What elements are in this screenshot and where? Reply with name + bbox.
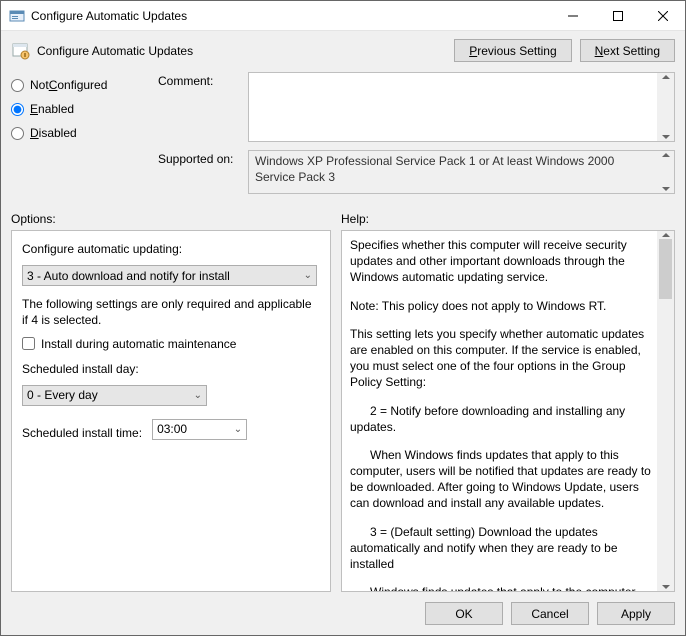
- scroll-down-icon: [662, 187, 670, 191]
- options-panel: Configure automatic updating: 3 - Auto d…: [11, 230, 331, 592]
- dialog-window: Configure Automatic Updates: [0, 0, 686, 636]
- scroll-thumb[interactable]: [659, 239, 672, 299]
- help-p5: When Windows finds updates that apply to…: [350, 447, 652, 512]
- install-maintenance-input[interactable]: [22, 337, 35, 350]
- install-day-label: Scheduled install day:: [22, 361, 317, 377]
- comment-scrollbar[interactable]: [657, 73, 674, 141]
- help-p7: Windows finds updates that apply to the …: [350, 584, 652, 592]
- help-p6: 3 = (Default setting) Download the updat…: [350, 524, 652, 573]
- help-scrollbar[interactable]: [657, 231, 674, 591]
- minimize-button[interactable]: [550, 1, 595, 30]
- chevron-down-icon: ⌄: [194, 390, 202, 401]
- options-label: Options:: [11, 212, 331, 226]
- install-time-row: Scheduled install time: 03:00 ⌄: [22, 416, 317, 450]
- panel-labels: Options: Help:: [11, 212, 675, 226]
- scroll-up-icon: [662, 233, 670, 237]
- comment-label: Comment:: [158, 72, 248, 142]
- policy-title: Configure Automatic Updates: [37, 44, 454, 58]
- install-time-select[interactable]: 03:00 ⌄: [152, 419, 247, 440]
- supported-scrollbar[interactable]: [657, 151, 674, 193]
- install-time-label: Scheduled install time:: [22, 426, 142, 440]
- dialog-buttons: OK Cancel Apply: [11, 602, 675, 625]
- close-button[interactable]: [640, 1, 685, 30]
- help-panel: Specifies whether this computer will rec…: [341, 230, 675, 592]
- comment-supported-block: Comment: Supported on: Windows XP Profes…: [158, 72, 675, 202]
- install-time-value: 03:00: [157, 422, 187, 436]
- radio-enabled-input[interactable]: [11, 103, 24, 116]
- nav-buttons: Previous Setting Next Setting: [454, 39, 675, 62]
- maximize-button[interactable]: [595, 1, 640, 30]
- next-setting-button[interactable]: Next Setting: [580, 39, 675, 62]
- install-day-select[interactable]: 0 - Every day ⌄: [22, 385, 207, 406]
- ok-button[interactable]: OK: [425, 602, 503, 625]
- help-p2: Note: This policy does not apply to Wind…: [350, 298, 652, 314]
- config-area: Not Configured Enabled Disabled Comment:: [11, 72, 675, 202]
- supported-text: Windows XP Professional Service Pack 1 o…: [255, 154, 614, 184]
- configure-updating-select[interactable]: 3 - Auto download and notify for install…: [22, 265, 317, 286]
- install-day-value: 0 - Every day: [27, 388, 98, 402]
- window-title: Configure Automatic Updates: [31, 9, 550, 23]
- scroll-track[interactable]: [657, 239, 674, 583]
- app-icon: [9, 8, 25, 24]
- comment-row: Comment:: [158, 72, 675, 142]
- scroll-down-icon: [662, 585, 670, 589]
- scroll-down-icon: [662, 135, 670, 139]
- help-p1: Specifies whether this computer will rec…: [350, 237, 652, 286]
- radio-disabled[interactable]: Disabled: [11, 126, 146, 140]
- header-row: Configure Automatic Updates Previous Set…: [11, 39, 675, 62]
- cancel-button[interactable]: Cancel: [511, 602, 589, 625]
- comment-textbox[interactable]: [248, 72, 675, 142]
- help-p4: 2 = Notify before downloading and instal…: [350, 403, 652, 435]
- radio-not-configured[interactable]: Not Configured: [11, 78, 146, 92]
- titlebar: Configure Automatic Updates: [1, 1, 685, 31]
- window-controls: [550, 1, 685, 30]
- client-area: Configure Automatic Updates Previous Set…: [1, 31, 685, 635]
- state-radios: Not Configured Enabled Disabled: [11, 72, 146, 202]
- radio-enabled[interactable]: Enabled: [11, 102, 146, 116]
- options-note: The following settings are only required…: [22, 296, 317, 328]
- supported-label: Supported on:: [158, 150, 248, 194]
- configure-updating-label: Configure automatic updating:: [22, 241, 317, 257]
- install-maintenance-label: Install during automatic maintenance: [41, 337, 236, 351]
- previous-setting-button[interactable]: Previous Setting: [454, 39, 571, 62]
- help-p3: This setting lets you specify whether au…: [350, 326, 652, 391]
- radio-not-configured-input[interactable]: [11, 79, 24, 92]
- supported-row: Supported on: Windows XP Professional Se…: [158, 150, 675, 194]
- chevron-down-icon: ⌄: [304, 270, 312, 281]
- radio-disabled-input[interactable]: [11, 127, 24, 140]
- configure-updating-value: 3 - Auto download and notify for install: [27, 269, 230, 283]
- policy-icon: [11, 41, 31, 61]
- scroll-up-icon: [662, 153, 670, 157]
- install-maintenance-checkbox[interactable]: Install during automatic maintenance: [22, 337, 317, 351]
- help-label: Help:: [341, 212, 369, 226]
- chevron-down-icon: ⌄: [234, 424, 242, 435]
- apply-button[interactable]: Apply: [597, 602, 675, 625]
- panels: Configure automatic updating: 3 - Auto d…: [11, 230, 675, 592]
- supported-textbox: Windows XP Professional Service Pack 1 o…: [248, 150, 675, 194]
- scroll-up-icon: [662, 75, 670, 79]
